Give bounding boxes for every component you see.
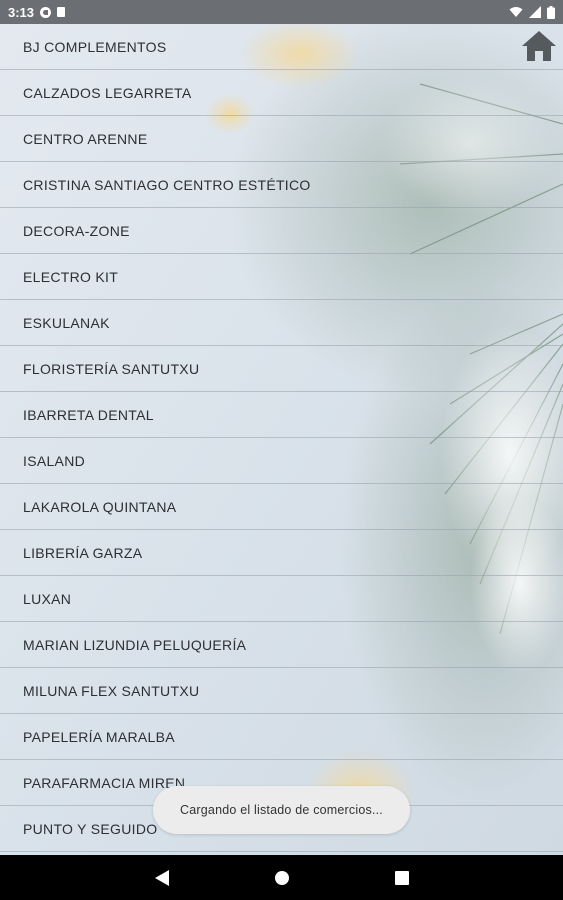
home-icon bbox=[522, 31, 556, 61]
list-item[interactable]: ELECTRO KIT bbox=[0, 254, 563, 300]
battery-icon bbox=[547, 5, 555, 19]
navigation-bar bbox=[0, 855, 563, 900]
list-item[interactable]: MILUNA FLEX SANTUTXU bbox=[0, 668, 563, 714]
list-item[interactable]: BJ COMPLEMENTOS bbox=[0, 24, 563, 70]
back-triangle-icon bbox=[154, 869, 169, 886]
status-time: 3:13 bbox=[8, 4, 35, 20]
list-item[interactable]: IBARRETA DENTAL bbox=[0, 392, 563, 438]
signal-icon bbox=[529, 6, 541, 18]
wifi-icon bbox=[509, 7, 523, 17]
loading-toast: Cargando el listado de comercios... bbox=[153, 786, 410, 834]
sync-icon bbox=[40, 6, 52, 18]
list-item[interactable]: CENTRO ARENNE bbox=[0, 116, 563, 162]
list-item[interactable]: MARIAN LIZUNDIA PELUQUERÍA bbox=[0, 622, 563, 668]
store-list[interactable]: BJ COMPLEMENTOS CALZADOS LEGARRETA CENTR… bbox=[0, 24, 563, 855]
list-item[interactable]: ISALAND bbox=[0, 438, 563, 484]
list-item[interactable]: LIBRERÍA GARZA bbox=[0, 530, 563, 576]
toast-message: Cargando el listado de comercios... bbox=[180, 803, 383, 817]
list-item[interactable]: PAPELERÍA MARALBA bbox=[0, 714, 563, 760]
list-item[interactable]: CRISTINA SANTIAGO CENTRO ESTÉTICO bbox=[0, 162, 563, 208]
recents-square-icon bbox=[394, 870, 409, 885]
home-nav-button[interactable] bbox=[259, 855, 304, 900]
list-item[interactable]: ESKULANAK bbox=[0, 300, 563, 346]
home-circle-icon bbox=[274, 870, 289, 885]
sd-card-icon bbox=[57, 7, 66, 17]
status-bar: 3:13 bbox=[0, 0, 563, 24]
recents-button[interactable] bbox=[379, 855, 424, 900]
list-item[interactable]: CALZADOS LEGARRETA bbox=[0, 70, 563, 116]
list-item[interactable]: LAKAROLA QUINTANA bbox=[0, 484, 563, 530]
back-button[interactable] bbox=[139, 855, 184, 900]
list-item[interactable]: FLORISTERÍA SANTUTXU bbox=[0, 346, 563, 392]
list-item[interactable]: DECORA-ZONE bbox=[0, 208, 563, 254]
list-item[interactable]: LUXAN bbox=[0, 576, 563, 622]
home-button[interactable] bbox=[521, 30, 557, 62]
